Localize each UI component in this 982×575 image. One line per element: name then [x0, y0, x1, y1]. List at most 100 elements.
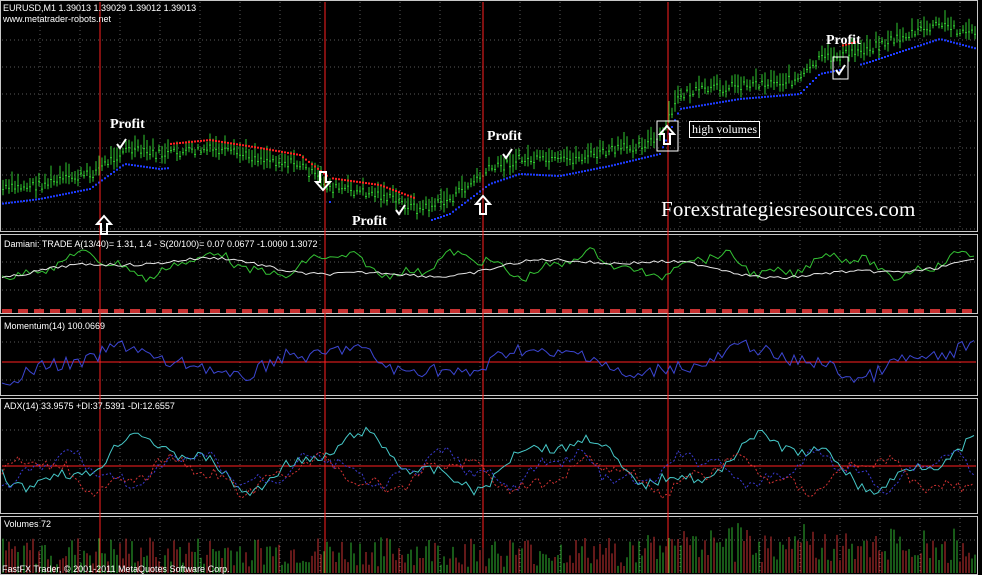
- damiani-bar: [930, 309, 940, 313]
- trend-dot: [254, 146, 256, 149]
- trend-dot: [197, 140, 199, 143]
- trend-dot: [569, 173, 571, 175]
- trend-dot: [464, 201, 466, 204]
- damiani-bar: [322, 309, 332, 313]
- trend-dot: [635, 158, 637, 161]
- check-icon: [502, 148, 513, 160]
- trend-dot: [125, 163, 127, 166]
- trend-dot: [680, 107, 682, 110]
- trend-dot: [449, 213, 451, 215]
- trend-dot: [782, 94, 784, 97]
- damiani-bar: [354, 309, 364, 313]
- trend-dot: [587, 169, 589, 172]
- damiani-bar: [146, 309, 156, 313]
- damiani-bar: [594, 309, 604, 313]
- trend-dot: [488, 183, 490, 186]
- trend-dot: [578, 171, 580, 174]
- trend-dot: [212, 139, 214, 142]
- damiani-bar: [258, 309, 268, 313]
- trend-dot: [542, 174, 544, 177]
- trend-dot: [11, 201, 13, 204]
- trend-dot: [353, 180, 355, 183]
- damiani-bar: [34, 309, 44, 313]
- trend-dot: [164, 167, 166, 170]
- trend-dot: [62, 193, 64, 196]
- trend-dot: [236, 143, 238, 146]
- trend-dot: [974, 47, 976, 50]
- trend-dot: [764, 95, 766, 98]
- trend-dot: [161, 167, 163, 170]
- trend-dot: [803, 89, 805, 91]
- trend-dot: [938, 38, 940, 41]
- trend-dot: [872, 60, 874, 62]
- trend-dot: [263, 147, 265, 150]
- damiani-bar: [706, 309, 716, 313]
- trend-dot: [5, 202, 7, 205]
- trend-dot: [518, 173, 520, 176]
- damiani-bar: [386, 309, 396, 313]
- trend-dot: [773, 95, 775, 98]
- momentum-label: Momentum(14) 100.0669: [4, 321, 106, 331]
- trend-dot: [533, 173, 535, 176]
- trend-dot: [920, 44, 922, 47]
- trend-dot: [650, 155, 652, 158]
- site-label: www.metatrader-robots.net: [3, 14, 112, 24]
- damiani-bar: [818, 309, 828, 313]
- trend-dot: [734, 98, 736, 101]
- trend-dot: [497, 180, 499, 183]
- trend-dot: [608, 165, 610, 168]
- trend-dot: [743, 97, 745, 100]
- trend-dot: [221, 140, 223, 143]
- trend-dot: [641, 157, 643, 160]
- trend-dot: [404, 193, 406, 196]
- trend-dot: [32, 198, 34, 201]
- trend-dot: [53, 195, 55, 198]
- trend-dot: [107, 175, 109, 178]
- trend-dot: [824, 72, 826, 74]
- trend-dot: [200, 139, 202, 142]
- trend-dot: [206, 139, 208, 142]
- trend-dot: [701, 104, 703, 107]
- trend-dot: [752, 96, 754, 99]
- trend-dot: [377, 183, 379, 186]
- trend-dot: [866, 61, 868, 64]
- trend-dot: [611, 164, 613, 167]
- trend-dot: [779, 94, 781, 97]
- trend-dot: [626, 160, 628, 163]
- trend-dot: [41, 197, 43, 200]
- trend-dot: [104, 177, 106, 180]
- trend-dot: [38, 198, 40, 201]
- trend-dot: [698, 104, 700, 107]
- trend-dot: [401, 192, 403, 195]
- trend-dot: [218, 140, 220, 143]
- trend-dot: [929, 41, 931, 44]
- trend-dot: [65, 192, 67, 195]
- trend-dot: [500, 179, 502, 182]
- trend-dot: [530, 173, 532, 176]
- trend-dot: [722, 100, 724, 103]
- trend-dot: [476, 192, 478, 195]
- profit-label-4: Profit: [826, 33, 861, 48]
- chart-canvas[interactable]: [0, 0, 982, 575]
- trend-dot: [755, 96, 757, 99]
- trend-dot: [392, 188, 394, 191]
- trend-dot: [761, 96, 763, 99]
- trend-dot: [26, 199, 28, 202]
- trend-dot: [77, 190, 79, 193]
- damiani-bar: [546, 309, 556, 313]
- trend-dot: [332, 177, 334, 180]
- trend-dot: [209, 139, 211, 141]
- trend-dot: [794, 93, 796, 96]
- trend-dot: [50, 195, 52, 198]
- trend-dot: [971, 46, 973, 49]
- trend-dot: [725, 100, 727, 103]
- trend-dot: [407, 194, 409, 197]
- trend-dot: [230, 142, 232, 145]
- trend-dot: [788, 93, 790, 96]
- trend-dot: [68, 192, 70, 195]
- trend-dot: [947, 40, 949, 43]
- trend-dot: [896, 52, 898, 54]
- trend-dot: [809, 83, 811, 85]
- trend-dot: [905, 49, 907, 52]
- trend-dot: [179, 142, 181, 144]
